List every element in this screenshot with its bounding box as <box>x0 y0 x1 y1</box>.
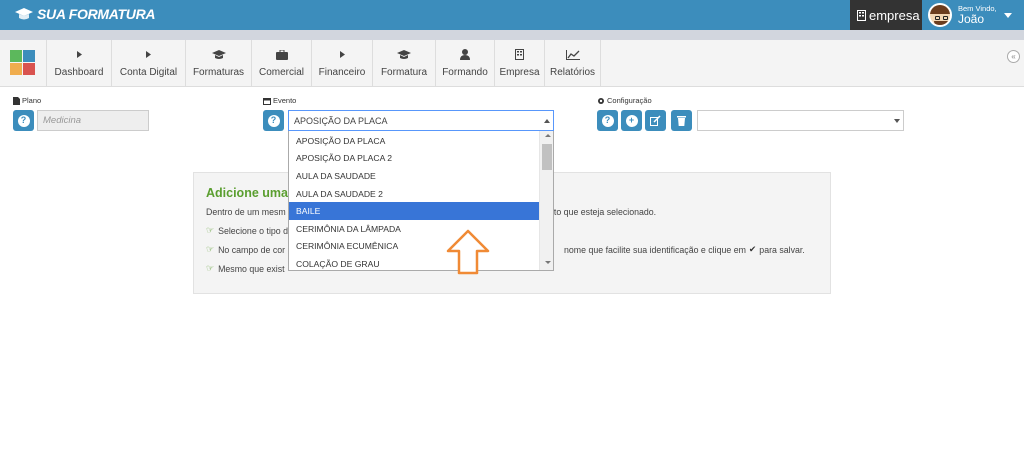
briefcase-icon <box>275 49 288 61</box>
caret-right-icon <box>339 49 345 61</box>
caret-right-icon <box>76 49 82 61</box>
nav-item-label: Financeiro <box>318 66 366 78</box>
nav-item-label: Relatórios <box>549 66 596 78</box>
plus-icon: + <box>625 114 638 127</box>
line-chart-icon <box>565 49 580 61</box>
calendar-icon <box>263 97 271 105</box>
evento-help-button[interactable]: ? <box>263 110 284 131</box>
graduation-cap-icon <box>211 49 226 61</box>
user-icon <box>460 49 470 61</box>
panel-title: Adicione uma c <box>206 186 299 200</box>
config-edit-button[interactable] <box>645 110 666 131</box>
panel-line-2: ☞ Selecione o tipo d <box>206 225 289 236</box>
panel-line-3-tail: nome que facilite sua identificação e cl… <box>564 244 805 255</box>
user-name: João <box>958 12 985 27</box>
thumbs-up-icon: ☞ <box>206 244 215 254</box>
question-icon: ? <box>601 114 614 127</box>
dropdown-option[interactable]: AULA DA SAUDADE <box>289 167 539 185</box>
company-switcher[interactable]: empresa <box>850 0 922 30</box>
evento-selected-value: APOSIÇÃO DA PLACA <box>294 115 388 126</box>
panel-line-4: ☞ Mesmo que exist <box>206 263 285 274</box>
nav-item-conta-digital[interactable]: Conta Digital <box>111 40 185 86</box>
edit-icon <box>650 115 661 126</box>
graduation-cap-icon <box>397 49 411 61</box>
plano-input[interactable]: Medicina <box>37 110 149 131</box>
building-icon <box>857 9 866 21</box>
apps-logo-icon[interactable] <box>10 50 35 75</box>
building-icon <box>515 49 524 61</box>
user-menu[interactable]: Bem Vindo, João <box>928 0 1024 30</box>
welcome-text: Bem Vindo, <box>958 3 997 13</box>
dropdown-option[interactable]: APOSIÇÃO DA PLACA 2 <box>289 150 539 168</box>
caret-down-icon <box>1003 12 1012 18</box>
dropdown-option[interactable]: CERIMÔNIA DA LÂMPADA <box>289 220 539 238</box>
nav-item-label: Empresa <box>499 66 540 78</box>
top-header: SUA FORMATURA empresa Bem Vindo, João <box>0 0 1024 30</box>
question-icon: ? <box>267 114 280 127</box>
panel-line-3: ☞ No campo de cor <box>206 244 286 255</box>
gear-icon <box>598 97 604 104</box>
plano-help-button[interactable]: ? <box>13 110 34 131</box>
trash-icon <box>677 116 686 126</box>
chevron-down-icon <box>894 119 900 123</box>
evento-dropdown-list[interactable]: APOSIÇÃO DA PLACA APOSIÇÃO DA PLACA 2 AU… <box>288 131 554 271</box>
panel-line-1-tail: nto que esteja selecionado. <box>549 207 657 217</box>
nav-item-label: Formaturas <box>192 66 245 78</box>
nav-item-label: Dashboard <box>54 66 104 78</box>
company-label: empresa <box>869 7 920 23</box>
config-help-button[interactable]: ? <box>597 110 618 131</box>
nav-item-comercial[interactable]: Comercial <box>251 40 311 86</box>
question-icon: ? <box>17 114 30 127</box>
check-icon: ✔ <box>748 244 757 254</box>
nav-item-label: Formando <box>442 66 488 78</box>
main-nav: Dashboard Conta Digital Formaturas Comer… <box>0 40 1024 87</box>
dropdown-option-selected[interactable]: BAILE <box>289 202 539 220</box>
dropdown-option[interactable]: AULA DA SAUDADE 2 <box>289 185 539 203</box>
caret-right-icon <box>146 49 151 61</box>
nav-item-label: Comercial <box>258 66 304 78</box>
nav-item-formando[interactable]: Formando <box>435 40 494 86</box>
header-divider <box>0 30 1024 40</box>
brand-name: SUA FORMATURA <box>37 6 156 22</box>
plano-label: Plano <box>13 96 41 105</box>
collapse-sidebar-button[interactable]: « <box>1007 50 1020 63</box>
nav-item-label: Conta Digital <box>119 66 178 78</box>
graduation-cap-logo-icon <box>15 8 33 20</box>
thumbs-up-icon: ☞ <box>206 263 215 273</box>
file-icon <box>13 96 20 105</box>
thumbs-up-icon: ☞ <box>206 225 215 235</box>
scroll-up-icon[interactable] <box>545 134 551 137</box>
panel-line-1: Dentro de um mesm <box>206 207 286 217</box>
evento-select[interactable]: APOSIÇÃO DA PLACA <box>288 110 554 131</box>
dropdown-scrollbar[interactable] <box>539 131 553 270</box>
brand-logo[interactable]: SUA FORMATURA <box>14 6 156 22</box>
nav-item-label: Formatura <box>380 66 428 78</box>
nav-item-financeiro[interactable]: Financeiro <box>311 40 372 86</box>
nav-item-formaturas[interactable]: Formaturas <box>185 40 251 86</box>
scrollbar-thumb[interactable] <box>542 144 552 170</box>
dropdown-option[interactable]: CERIMÔNIA ECUMÊNICA <box>289 238 539 256</box>
configuracao-label: Configuração <box>597 96 652 105</box>
nav-item-relatorios[interactable]: Relatórios <box>544 40 601 86</box>
evento-label: Evento <box>263 96 296 105</box>
dropdown-option[interactable]: APOSIÇÃO DA PLACA <box>289 132 539 150</box>
scroll-down-icon[interactable] <box>545 261 551 264</box>
config-delete-button[interactable] <box>671 110 692 131</box>
nav-item-dashboard[interactable]: Dashboard <box>46 40 111 86</box>
nav-item-empresa[interactable]: Empresa <box>494 40 544 86</box>
config-select[interactable] <box>697 110 904 131</box>
chevron-up-icon <box>544 119 550 123</box>
annotation-arrow-up-icon <box>446 229 490 275</box>
config-add-button[interactable]: + <box>621 110 642 131</box>
nav-item-formatura[interactable]: Formatura <box>372 40 435 86</box>
avatar <box>928 3 952 27</box>
dropdown-option[interactable]: COLAÇÃO DE GRAU <box>289 255 539 270</box>
